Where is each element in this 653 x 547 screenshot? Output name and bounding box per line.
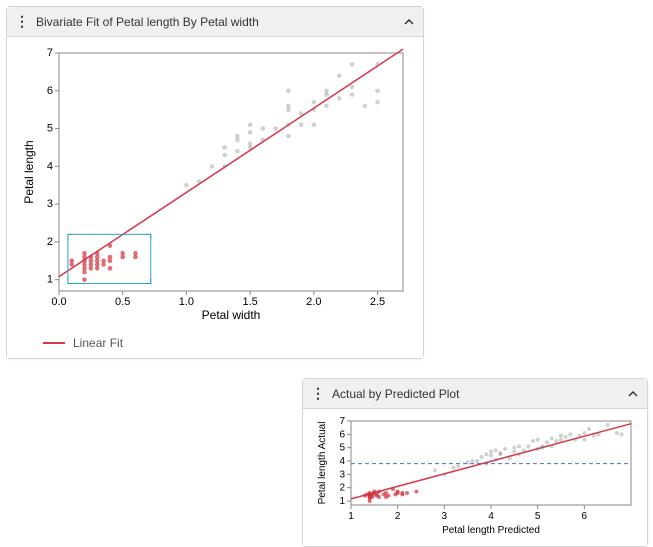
svg-text:1.0: 1.0 (179, 296, 194, 308)
svg-text:3: 3 (47, 198, 53, 210)
svg-text:0.5: 0.5 (115, 296, 130, 308)
svg-text:3: 3 (339, 469, 345, 480)
svg-text:1: 1 (339, 496, 345, 507)
legend-label: Linear Fit (73, 336, 123, 350)
bivariate-plot[interactable]: 0.0 0.5 1.0 1.5 2.0 2.5 1 2 3 4 5 6 7 Petal length Pet… (15, 45, 415, 328)
panel-header: ⋮ Bivariate Fit of Petal length By Petal… (7, 7, 423, 37)
svg-text:2: 2 (47, 236, 53, 248)
panel-bivariate-fit: ⋮ Bivariate Fit of Petal length By Petal… (6, 6, 424, 359)
svg-text:Petal length Actual: Petal length Actual (317, 422, 328, 505)
svg-text:4: 4 (47, 160, 53, 172)
legend: Linear Fit (43, 336, 415, 350)
panel-actual-predicted: ⋮ Actual by Predicted Plot 1 2 3 4 5 6 1 2 3 4 5 6 7… (302, 378, 648, 547)
svg-text:Petal length: Petal length (22, 140, 36, 203)
svg-text:2.0: 2.0 (306, 296, 321, 308)
svg-text:5: 5 (47, 123, 53, 135)
menu-icon[interactable]: ⋮ (15, 13, 28, 30)
svg-text:0.0: 0.0 (51, 296, 66, 308)
svg-text:3: 3 (442, 511, 448, 522)
svg-text:1: 1 (348, 511, 354, 522)
svg-text:4: 4 (488, 511, 494, 522)
panel-header: ⋮ Actual by Predicted Plot (303, 379, 647, 409)
svg-text:6: 6 (47, 85, 53, 97)
chevron-up-icon[interactable] (627, 388, 639, 400)
panel-title: Actual by Predicted Plot (332, 387, 619, 401)
svg-text:Petal width: Petal width (202, 308, 261, 322)
svg-text:6: 6 (582, 511, 588, 522)
chevron-up-icon[interactable] (403, 16, 415, 28)
svg-text:7: 7 (339, 417, 345, 427)
svg-text:2: 2 (395, 511, 401, 522)
panel-body: 0.0 0.5 1.0 1.5 2.0 2.5 1 2 3 4 5 6 7 Petal length Pet… (7, 37, 423, 358)
svg-text:2: 2 (339, 483, 345, 494)
svg-text:4: 4 (339, 456, 345, 467)
svg-text:2.5: 2.5 (370, 296, 385, 308)
panel-title: Bivariate Fit of Petal length By Petal w… (36, 15, 395, 29)
svg-text:7: 7 (47, 47, 53, 59)
svg-text:Petal length Predicted: Petal length Predicted (442, 525, 540, 535)
menu-icon[interactable]: ⋮ (311, 385, 324, 402)
actual-predicted-plot[interactable]: 1 2 3 4 5 6 1 2 3 4 5 6 7 Petal length Actual Petal le… (311, 417, 639, 538)
legend-swatch-line (43, 342, 65, 344)
svg-text:5: 5 (535, 511, 541, 522)
svg-text:1: 1 (47, 274, 53, 286)
panel-body: 1 2 3 4 5 6 1 2 3 4 5 6 7 Petal length Actual Petal le… (303, 409, 647, 546)
svg-text:1.5: 1.5 (242, 296, 257, 308)
svg-text:6: 6 (339, 429, 345, 440)
svg-text:5: 5 (339, 443, 345, 454)
